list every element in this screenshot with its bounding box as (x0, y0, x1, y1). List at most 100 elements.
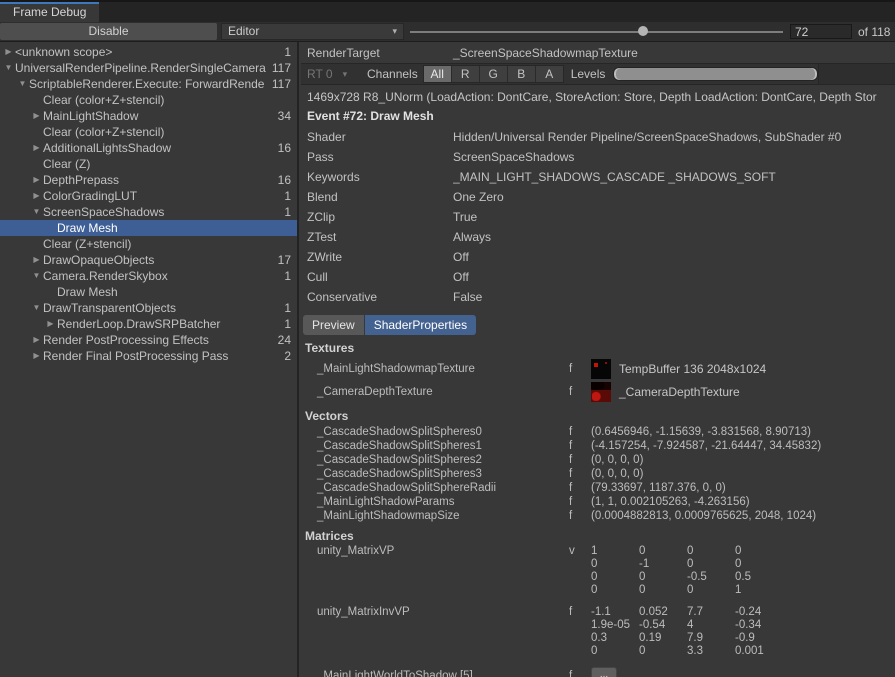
tree-item[interactable]: ▼ScriptableRenderer.Execute: ForwardRend… (0, 76, 297, 92)
tree-item[interactable]: ▼Camera.RenderSkybox1 (0, 268, 297, 284)
channel-b-button[interactable]: B (508, 66, 536, 82)
chevron-down-icon: ▾ (392, 24, 397, 39)
foldout-closed-icon[interactable]: ▶ (30, 172, 43, 188)
tree-item[interactable]: Clear (color+Z+stencil) (0, 124, 297, 140)
foldout-closed-icon[interactable]: ▶ (44, 316, 57, 332)
matrix-cell: 0 (639, 571, 687, 584)
channels-label: Channels (367, 67, 418, 81)
target-dropdown[interactable]: Editor ▾ (221, 23, 404, 40)
matrix-cell: 4 (687, 619, 735, 632)
channel-all-button[interactable]: All (424, 66, 452, 82)
shadowmap-texture-thumbnail[interactable] (591, 359, 611, 379)
foldout-closed-icon[interactable]: ▶ (2, 44, 15, 60)
property-label: Pass (307, 147, 453, 167)
render-target-value: _ScreenSpaceShadowmapTexture (453, 43, 638, 63)
tree-item-count: 117 (272, 60, 297, 76)
tree-item[interactable]: Clear (Z+stencil) (0, 236, 297, 252)
tree-item-label: ScreenSpaceShadows (43, 204, 284, 220)
tree-item[interactable]: ▶Render Final PostProcessing Pass2 (0, 348, 297, 364)
tree-item-label: Draw Mesh (57, 284, 291, 300)
tree-item[interactable]: ▼ScreenSpaceShadows1 (0, 204, 297, 220)
tree-item-label: MainLightShadow (43, 108, 278, 124)
channel-a-button[interactable]: A (536, 66, 563, 82)
tab-shader-properties[interactable]: ShaderProperties (365, 315, 476, 335)
property-row: ZClipTrue (301, 207, 895, 227)
frame-slider-track[interactable] (410, 31, 783, 33)
tree-item-label: Render PostProcessing Effects (43, 332, 278, 348)
tree-item-count: 16 (278, 172, 297, 188)
tree-item-label: RenderLoop.DrawSRPBatcher (57, 316, 284, 332)
foldout-open-icon[interactable]: ▼ (30, 204, 43, 220)
render-target-row: RenderTarget _ScreenSpaceShadowmapTextur… (301, 42, 895, 63)
window-tab-bar: Frame Debug (0, 0, 895, 22)
depth-texture-thumbnail[interactable] (591, 382, 611, 402)
matrix-cell: 0 (591, 571, 639, 584)
tree-item[interactable]: ▶<unknown scope>1 (0, 44, 297, 60)
foldout-open-icon[interactable]: ▼ (30, 300, 43, 316)
tree-item-count: 1 (284, 300, 297, 316)
property-label: Conservative (307, 287, 453, 307)
tree-item-count: 1 (284, 188, 297, 204)
vector-name: _CascadeShadowSplitSpheres2 (317, 453, 569, 467)
texture-row: _MainLightShadowmapTexture f TempBuffer … (301, 357, 895, 380)
frame-slider-handle[interactable] (638, 26, 648, 36)
texture-value: TempBuffer 136 2048x1024 (619, 362, 895, 376)
tab-preview[interactable]: Preview (303, 315, 364, 335)
matrix-name: unity_MatrixVP (317, 545, 569, 557)
disable-button[interactable]: Disable (0, 23, 217, 40)
tree-item[interactable]: ▶Render PostProcessing Effects24 (0, 332, 297, 348)
pass-properties: ShaderHidden/Universal Render Pipeline/S… (301, 125, 895, 307)
rt-index-dropdown[interactable]: RT 0 ▾ (301, 67, 359, 81)
vector-type: f (569, 425, 591, 439)
tree-item[interactable]: ▼DrawTransparentObjects1 (0, 300, 297, 316)
tree-item-selected[interactable]: Draw Mesh (0, 220, 297, 236)
foldout-open-icon[interactable]: ▼ (30, 268, 43, 284)
foldout-closed-icon[interactable]: ▶ (30, 348, 43, 364)
tree-item[interactable]: Draw Mesh (0, 284, 297, 300)
tree-item[interactable]: Clear (color+Z+stencil) (0, 92, 297, 108)
frame-slider[interactable] (410, 22, 783, 41)
vector-row: _MainLightShadowParamsf(1, 1, 0.00210526… (301, 495, 895, 509)
tree-item[interactable]: ▶DrawOpaqueObjects17 (0, 252, 297, 268)
vector-value: (0.0004882813, 0.0009765625, 2048, 1024) (591, 509, 895, 523)
channel-g-button[interactable]: G (480, 66, 508, 82)
vector-name: _CascadeShadowSplitSphereRadii (317, 481, 569, 495)
foldout-open-icon[interactable]: ▼ (16, 76, 29, 92)
tree-item[interactable]: ▶ColorGradingLUT1 (0, 188, 297, 204)
tree-item[interactable]: ▶MainLightShadow34 (0, 108, 297, 124)
tree-item-count: 16 (278, 140, 297, 156)
tree-item[interactable]: ▶DepthPrepass16 (0, 172, 297, 188)
levels-minmax-slider[interactable] (613, 67, 818, 81)
foldout-closed-icon[interactable]: ▶ (30, 188, 43, 204)
frame-debug-tab[interactable]: Frame Debug (0, 2, 99, 22)
tree-item-label: Camera.RenderSkybox (43, 268, 284, 284)
property-label: Keywords (307, 167, 453, 187)
frame-number-input[interactable] (790, 24, 852, 39)
property-value: Always (453, 227, 895, 247)
foldout-closed-icon[interactable]: ▶ (30, 252, 43, 268)
expand-array-button[interactable]: ... (591, 667, 617, 677)
channel-r-button[interactable]: R (452, 66, 480, 82)
matrix-cell: 0 (639, 545, 687, 558)
vector-value: (0, 0, 0, 0) (591, 467, 895, 481)
matrix-cell: 0.3 (591, 632, 639, 645)
matrix-cell: 0 (639, 584, 687, 597)
vector-row: _CascadeShadowSplitSpheres0f(0.6456946, … (301, 425, 895, 439)
matrix-type: v (569, 545, 591, 557)
tree-item[interactable]: Clear (Z) (0, 156, 297, 172)
vector-type: f (569, 495, 591, 509)
vector-type: f (569, 509, 591, 523)
tree-item[interactable]: ▼UniversalRenderPipeline.RenderSingleCam… (0, 60, 297, 76)
matrix-row: unity_MatrixVP v 1000 0-100 00-0.50.5 00… (301, 545, 895, 597)
tree-item[interactable]: ▶AdditionalLightsShadow16 (0, 140, 297, 156)
tree-item[interactable]: ▶RenderLoop.DrawSRPBatcher1 (0, 316, 297, 332)
property-row: ConservativeFalse (301, 287, 895, 307)
matrix-cell: 0 (591, 645, 639, 658)
chevron-down-icon: ▾ (343, 69, 348, 80)
frame-total-label: of 118 (858, 25, 890, 39)
foldout-open-icon[interactable]: ▼ (2, 60, 15, 76)
foldout-closed-icon[interactable]: ▶ (30, 332, 43, 348)
foldout-closed-icon[interactable]: ▶ (30, 108, 43, 124)
tree-item-count: 1 (284, 204, 297, 220)
foldout-closed-icon[interactable]: ▶ (30, 140, 43, 156)
